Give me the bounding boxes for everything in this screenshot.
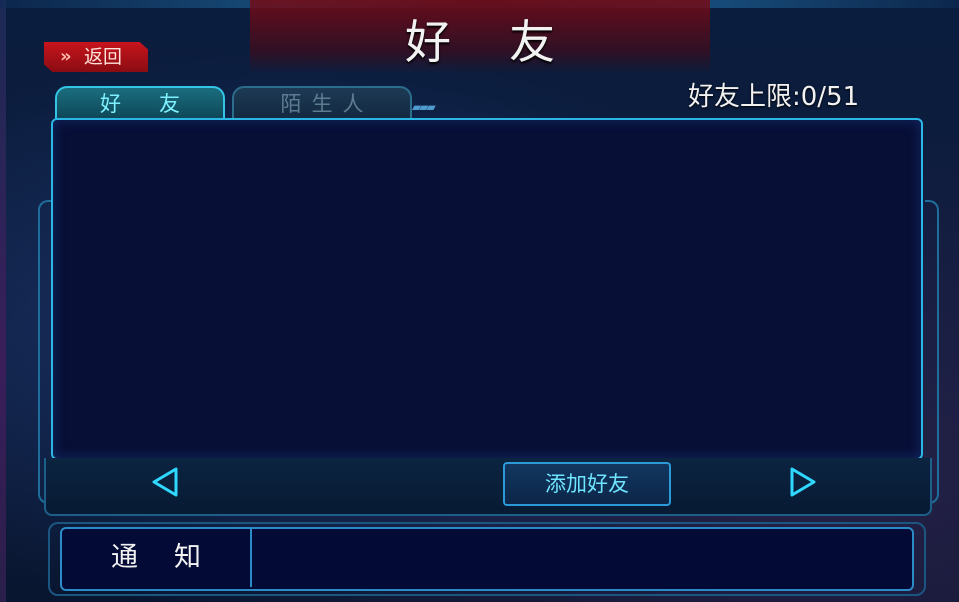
back-button[interactable]: » 返回 <box>44 42 148 72</box>
tab-decoration: ▰▰▰ <box>412 100 436 114</box>
back-button-label: 返回 <box>84 46 123 68</box>
friend-limit-label: 好友上限:0/51 <box>688 82 860 112</box>
tab-strangers[interactable]: 陌生人 <box>232 86 412 120</box>
page-title: 好友 <box>405 15 613 69</box>
background-edge <box>0 0 6 602</box>
notice-text <box>262 529 902 587</box>
tab-friends[interactable]: 好友 <box>55 86 225 120</box>
triangle-left-icon[interactable] <box>148 465 182 499</box>
add-friend-button[interactable]: 添加好友 <box>503 462 671 506</box>
friend-list[interactable] <box>51 118 923 460</box>
double-chevron-right-icon: » <box>60 46 72 67</box>
triangle-right-icon[interactable] <box>786 465 820 499</box>
notice-label: 通知 <box>62 529 252 587</box>
